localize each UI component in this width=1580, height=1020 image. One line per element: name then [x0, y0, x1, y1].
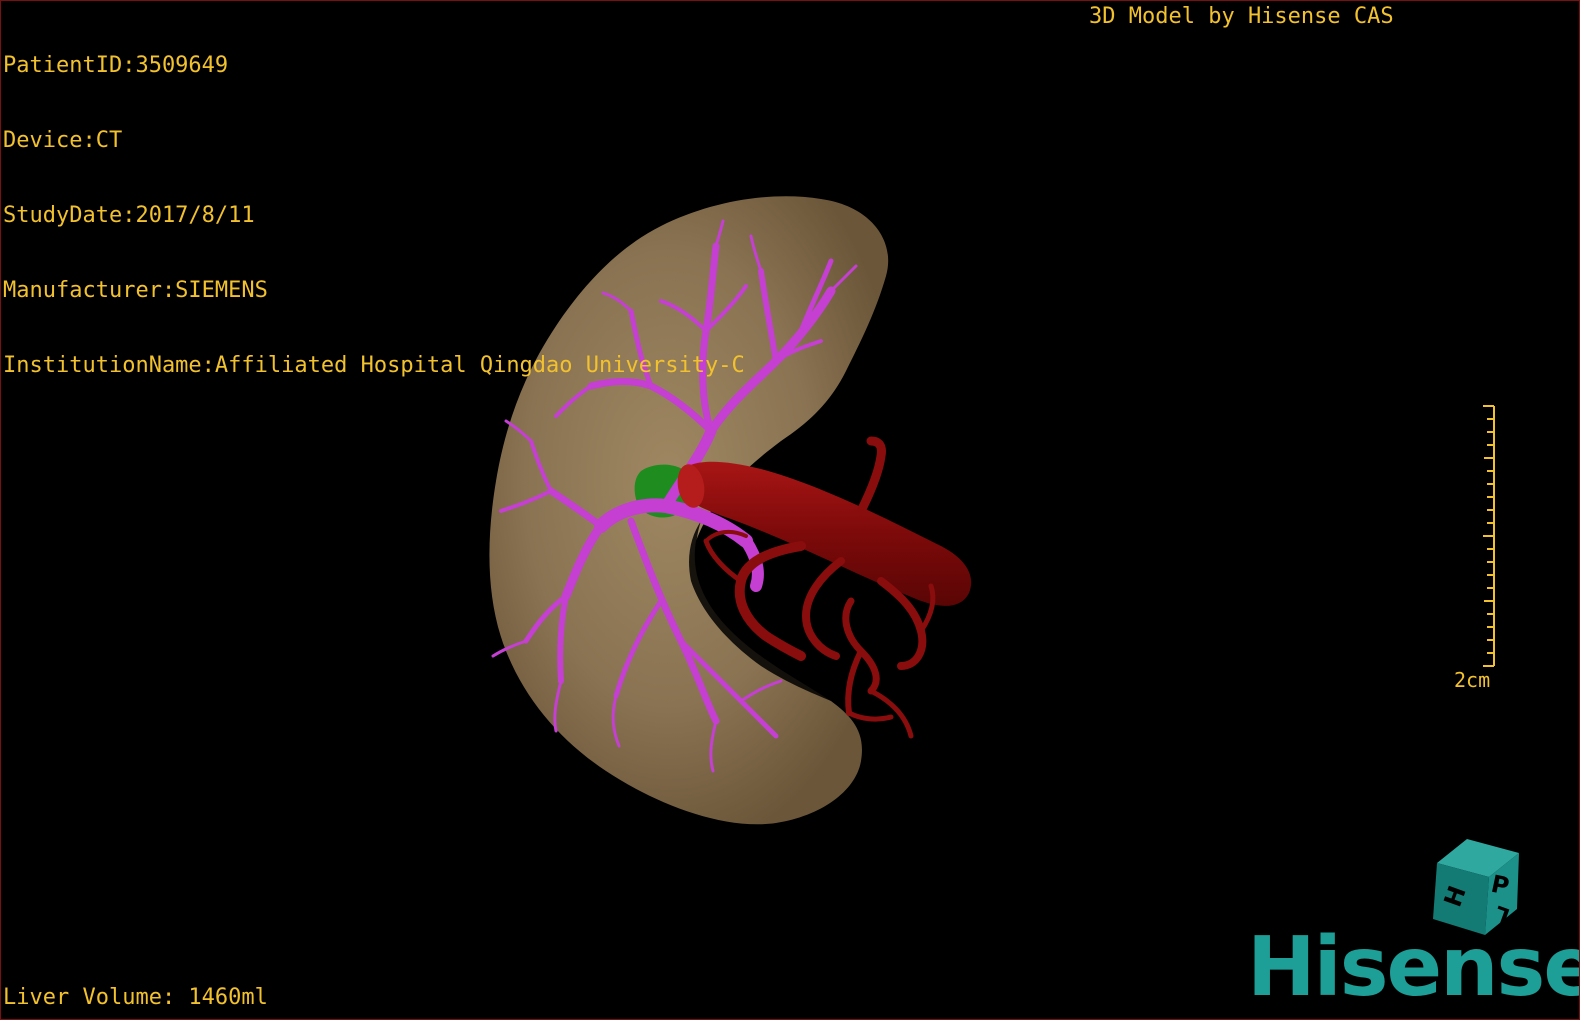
- manufacturer-text: Manufacturer:SIEMENS: [3, 278, 268, 303]
- study-date-text: StudyDate:2017/8/11: [3, 203, 255, 228]
- patient-id-text: PatientID:3509649: [3, 53, 229, 78]
- hisense-logo: Hisense: [1247, 920, 1580, 1015]
- model-brand-caption: 3D Model by Hisense CAS: [1089, 4, 1394, 29]
- scale-bar: [1483, 405, 1495, 667]
- liver-volume-text: Liver Volume: 1460ml: [3, 985, 268, 1010]
- institution-text: InstitutionName:Affiliated Hospital Qing…: [3, 353, 745, 378]
- scale-bar-label: 2cm: [1454, 668, 1491, 692]
- device-text: Device:CT: [3, 128, 123, 153]
- dicom-info-overlay: PatientID:3509649 Device:CT StudyDate:20…: [3, 3, 745, 428]
- 3d-viewport[interactable]: PatientID:3509649 Device:CT StudyDate:20…: [0, 0, 1580, 1020]
